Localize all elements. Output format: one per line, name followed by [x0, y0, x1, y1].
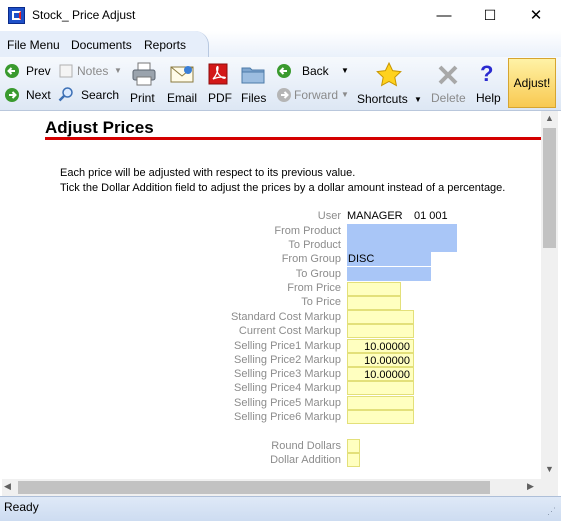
minimize-button[interactable]: — — [421, 0, 467, 31]
from-product-field[interactable] — [347, 224, 457, 252]
email-icon[interactable] — [169, 62, 195, 86]
from-product-label: From Product — [274, 225, 341, 237]
selling-price1-markup-label: Selling Price1 Markup — [234, 340, 341, 352]
horizontal-scroll-thumb[interactable] — [18, 481, 490, 494]
from-price-field[interactable] — [347, 282, 401, 296]
selling-price2-markup-label: Selling Price2 Markup — [234, 354, 341, 366]
adjust-button[interactable]: Adjust! — [508, 58, 556, 108]
close-button[interactable]: ✕ — [513, 0, 559, 31]
back-dropdown-icon[interactable]: ▼ — [341, 66, 349, 75]
current-cost-markup-field[interactable] — [347, 324, 414, 338]
selling-price6-markup-label: Selling Price6 Markup — [234, 411, 341, 423]
selling-price1-markup-field[interactable]: 10.00000 — [347, 339, 414, 353]
forward-dropdown-icon[interactable]: ▼ — [341, 90, 349, 99]
forward-button[interactable]: Forward — [294, 88, 338, 102]
help-button[interactable]: Help — [476, 91, 501, 105]
standard-cost-markup-label: Standard Cost Markup — [230, 311, 341, 323]
selling-price6-markup-field[interactable] — [347, 410, 414, 424]
selling-price5-markup-field[interactable] — [347, 396, 414, 410]
user-value: MANAGER — [347, 210, 403, 222]
back-button[interactable]: Back — [302, 64, 329, 78]
info-line-2: Tick the Dollar Addition field to adjust… — [60, 182, 506, 194]
menu-file[interactable]: File Menu — [7, 38, 60, 52]
to-price-label: To Price — [301, 296, 341, 308]
round-dollars-checkbox[interactable] — [347, 439, 360, 453]
selling-price3-markup-field[interactable]: 10.00000 — [347, 367, 414, 381]
delete-x-icon — [436, 63, 460, 87]
pdf-icon[interactable] — [208, 63, 228, 85]
info-line-1: Each price will be adjusted with respect… — [60, 167, 356, 179]
selling-price3-markup-label: Selling Price3 Markup — [234, 368, 341, 380]
from-group-label: From Group — [281, 253, 341, 265]
to-group-field[interactable] — [347, 267, 431, 281]
to-price-field[interactable] — [347, 296, 401, 310]
forward-arrow-icon — [276, 87, 292, 103]
folder-icon[interactable] — [240, 63, 266, 85]
app-icon — [8, 7, 25, 24]
resize-grip-icon[interactable]: ⋰ — [547, 506, 556, 517]
scroll-down-icon[interactable]: ▼ — [541, 464, 558, 474]
status-bar — [0, 496, 561, 521]
selling-price2-markup-field[interactable]: 10.00000 — [347, 353, 414, 367]
scroll-right-icon[interactable]: ▶ — [527, 481, 534, 492]
notes-dropdown-icon[interactable]: ▼ — [114, 66, 122, 75]
maximize-button[interactable]: ☐ — [467, 0, 513, 31]
star-icon[interactable] — [375, 61, 403, 89]
window-title: Stock_ Price Adjust — [32, 8, 136, 22]
user-label: User — [317, 210, 341, 222]
current-cost-markup-label: Current Cost Markup — [238, 325, 341, 337]
from-price-label: From Price — [287, 282, 341, 294]
pdf-button[interactable]: PDF — [208, 91, 232, 105]
scroll-up-icon[interactable]: ▲ — [541, 113, 558, 123]
prev-arrow-icon[interactable] — [4, 63, 20, 79]
help-question-icon[interactable]: ? — [480, 61, 493, 87]
from-group-field[interactable]: DISC — [347, 252, 431, 266]
search-button[interactable]: Search — [81, 88, 119, 102]
selling-price4-markup-label: Selling Price4 Markup — [234, 382, 341, 394]
to-product-label: To Product — [288, 239, 341, 251]
shortcuts-dropdown-icon[interactable]: ▼ — [414, 95, 422, 104]
notes-icon — [59, 64, 73, 78]
menu-documents[interactable]: Documents — [71, 38, 132, 52]
search-icon[interactable] — [58, 86, 74, 102]
printer-icon[interactable] — [131, 61, 157, 87]
selling-price4-markup-field[interactable] — [347, 381, 414, 395]
dollar-addition-checkbox[interactable] — [347, 453, 360, 467]
next-button[interactable]: Next — [26, 88, 51, 102]
page-title: Adjust Prices — [45, 118, 154, 137]
title-underline — [45, 137, 541, 140]
selling-price5-markup-label: Selling Price5 Markup — [234, 397, 341, 409]
scroll-left-icon[interactable]: ◀ — [4, 481, 11, 492]
files-button[interactable]: Files — [241, 91, 266, 105]
shortcuts-button[interactable]: Shortcuts — [357, 92, 408, 106]
user-code: 01 001 — [414, 210, 448, 222]
scrollbar-corner — [541, 479, 558, 496]
menu-reports[interactable]: Reports — [144, 38, 186, 52]
next-arrow-icon[interactable] — [4, 87, 20, 103]
vertical-scroll-thumb[interactable] — [543, 128, 556, 248]
prev-button[interactable]: Prev — [26, 64, 51, 78]
delete-button[interactable]: Delete — [431, 91, 466, 105]
standard-cost-markup-field[interactable] — [347, 310, 414, 324]
status-text: Ready — [4, 500, 39, 514]
round-dollars-label: Round Dollars — [271, 440, 341, 452]
notes-button[interactable]: Notes — [77, 64, 108, 78]
email-button[interactable]: Email — [167, 91, 197, 105]
to-group-label: To Group — [295, 268, 341, 280]
dollar-addition-label: Dollar Addition — [270, 454, 341, 466]
back-arrow-icon[interactable] — [276, 63, 292, 79]
print-button[interactable]: Print — [130, 91, 155, 105]
